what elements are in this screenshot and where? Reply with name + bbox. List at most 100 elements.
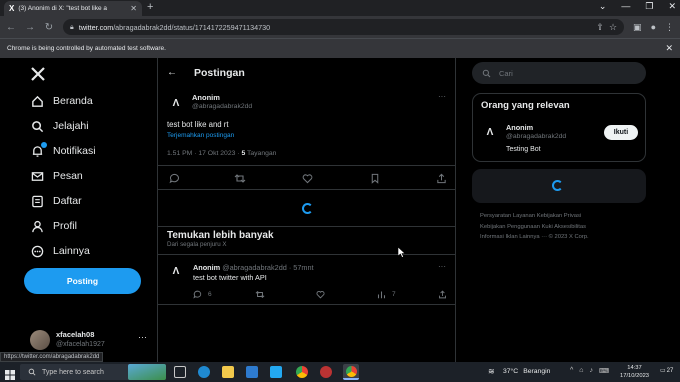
- tweet-handle[interactable]: @abragadabrak2dd: [192, 103, 252, 110]
- bookmark-icon[interactable]: [370, 173, 380, 186]
- infobar-close-icon[interactable]: ✕: [665, 43, 673, 54]
- back-icon[interactable]: ←: [6, 22, 16, 33]
- relevant-title: Orang yang relevan: [481, 100, 570, 111]
- post-button[interactable]: Posting: [24, 268, 141, 294]
- nav-item-jelajahi[interactable]: Jelajahi: [30, 119, 89, 133]
- footer-line[interactable]: Persyaratan Layanan Kebijakan Privasi: [480, 211, 589, 222]
- person-avatar-icon[interactable]: Λ: [483, 125, 497, 139]
- person-handle[interactable]: @abragadabrak2dd: [506, 133, 566, 140]
- home-icon: [30, 94, 44, 108]
- close-tab-icon[interactable]: ✕: [130, 4, 137, 13]
- footer-line[interactable]: Kebijakan Penggunaan Kuki Aksesibilitas: [480, 222, 589, 233]
- minimize-icon[interactable]: —: [621, 1, 630, 12]
- menu-icon[interactable]: ⋮: [665, 22, 674, 33]
- account-name[interactable]: xfacelah08: [56, 330, 94, 339]
- tweet-avatar-icon[interactable]: Λ: [169, 96, 183, 110]
- tweet-author[interactable]: Anonim: [192, 93, 220, 102]
- translate-link[interactable]: Terjemahkan postingan: [167, 132, 234, 139]
- suggested-retweet-icon[interactable]: [255, 290, 265, 301]
- suggested-views[interactable]: 7: [377, 290, 396, 299]
- taskbar: Type here to search ≋ 37°C Berangin ^ ⌂ …: [0, 362, 680, 382]
- account-avatar[interactable]: [30, 330, 50, 350]
- close-window-icon[interactable]: ✕: [668, 1, 676, 12]
- clock[interactable]: 14:37 17/10/2023: [620, 364, 649, 380]
- window-controls: ⌄ — ❐ ✕: [599, 1, 676, 12]
- back-arrow-icon[interactable]: ←: [167, 67, 177, 78]
- more-section-subtitle: Dari segala penjuru X: [167, 241, 227, 248]
- suggested-share-icon[interactable]: [438, 290, 447, 301]
- system-tray[interactable]: ^ ⌂ ♪ ⌨: [570, 367, 609, 375]
- suggested-tweet-avatar-icon[interactable]: Λ: [169, 264, 183, 278]
- divider: [158, 165, 455, 166]
- network-icon[interactable]: ⌂: [579, 367, 583, 375]
- forward-icon[interactable]: →: [25, 22, 35, 33]
- main-column: ← Postingan Λ Anonim @abragadabrak2dd ··…: [157, 58, 456, 362]
- keyboard-icon[interactable]: ⌨: [599, 367, 609, 375]
- nav-item-beranda[interactable]: Beranda: [30, 94, 93, 108]
- bookmark-star-icon[interactable]: ☆: [609, 22, 617, 33]
- task-view-icon[interactable]: [174, 366, 186, 378]
- search-icon: [28, 368, 36, 376]
- list-icon: [30, 194, 44, 208]
- nav-item-daftar[interactable]: Daftar: [30, 194, 82, 208]
- new-tab-button[interactable]: +: [147, 1, 153, 13]
- volume-icon[interactable]: ♪: [590, 367, 594, 375]
- like-icon[interactable]: [302, 173, 313, 186]
- person-name[interactable]: Anonim: [506, 123, 533, 132]
- address-bar[interactable]: 🔒︎ twitter.com/abragadabrak2dd/status/17…: [63, 19, 625, 35]
- nav-item-profil[interactable]: Profil: [30, 219, 77, 233]
- bell-icon: [30, 142, 47, 158]
- reply-icon: [193, 290, 202, 299]
- account-menu-icon[interactable]: ···: [138, 332, 147, 342]
- x-favicon-icon: X: [9, 4, 15, 13]
- share-icon[interactable]: ⇪: [596, 22, 604, 33]
- notification-center[interactable]: ▭ 27: [660, 367, 673, 375]
- tray-chevron-icon[interactable]: ^: [570, 367, 573, 375]
- nav-item-notifikasi[interactable]: Notifikasi: [30, 142, 96, 158]
- weather-icon[interactable]: ≋: [488, 367, 495, 376]
- views-count: 7: [392, 291, 396, 298]
- chrome-active-icon[interactable]: [343, 364, 359, 380]
- reload-icon[interactable]: ↻: [44, 22, 54, 33]
- maximize-icon[interactable]: ❐: [645, 1, 653, 12]
- nav-item-lainnya[interactable]: Lainnya: [30, 244, 90, 258]
- suggested-like-icon[interactable]: [316, 290, 325, 301]
- weather-widget[interactable]: 37°C Berangin: [503, 368, 550, 375]
- suggested-tweet-header: Anonim @abragadabrak2dd · 57mnt: [193, 263, 314, 272]
- share-icon[interactable]: [436, 173, 447, 186]
- url-path: /abragadabrak2dd/status/1714172259471134…: [113, 22, 271, 32]
- trends-loading-panel: [472, 169, 646, 203]
- tab-search-icon[interactable]: ⌄: [599, 1, 607, 12]
- app-icon[interactable]: [320, 366, 332, 378]
- suggested-tweet-handle-time[interactable]: @abragadabrak2dd · 57mnt: [222, 263, 313, 272]
- tweet-more-icon[interactable]: ···: [438, 92, 446, 101]
- suggested-tweet-more-icon[interactable]: ···: [438, 262, 446, 271]
- follow-button[interactable]: Ikuti: [604, 125, 638, 140]
- reply-count: 6: [208, 291, 212, 298]
- nav-label: Daftar: [53, 195, 82, 207]
- x-logo-icon[interactable]: [30, 66, 46, 82]
- reply-icon[interactable]: [169, 173, 180, 186]
- retweet-icon[interactable]: [234, 173, 246, 186]
- windows-start-icon[interactable]: [5, 367, 15, 380]
- suggested-tweet-author[interactable]: Anonim: [193, 263, 220, 272]
- search-icon: [30, 119, 44, 133]
- nav-item-pesan[interactable]: Pesan: [30, 169, 83, 183]
- search-input[interactable]: Cari: [472, 62, 646, 84]
- suggested-reply[interactable]: 6: [193, 290, 212, 299]
- browser-tab[interactable]: X (3) Anonim di X: "test bot like a ✕: [4, 1, 142, 16]
- edge-icon[interactable]: [198, 366, 210, 378]
- side-panel-icon[interactable]: ▣: [633, 22, 642, 33]
- infobar-text: Chrome is being controlled by automated …: [7, 45, 166, 52]
- footer-line[interactable]: Informasi Iklan Lainnya ··· © 2023 X Cor…: [480, 232, 589, 243]
- footer-links[interactable]: Persyaratan Layanan Kebijakan Privasi Ke…: [480, 211, 589, 243]
- profile-icon[interactable]: ●: [651, 22, 656, 32]
- nav-label: Jelajahi: [53, 120, 89, 132]
- clock-date: 17/10/2023: [620, 373, 650, 379]
- file-explorer-icon[interactable]: [222, 366, 234, 378]
- weather-label: Berangin: [523, 368, 551, 375]
- mail-app-icon[interactable]: [246, 366, 258, 378]
- chrome-icon[interactable]: [296, 366, 308, 378]
- vscode-icon[interactable]: [270, 366, 282, 378]
- status-url-bubble: https://twitter.com/abragadabrak2dd: [0, 352, 104, 362]
